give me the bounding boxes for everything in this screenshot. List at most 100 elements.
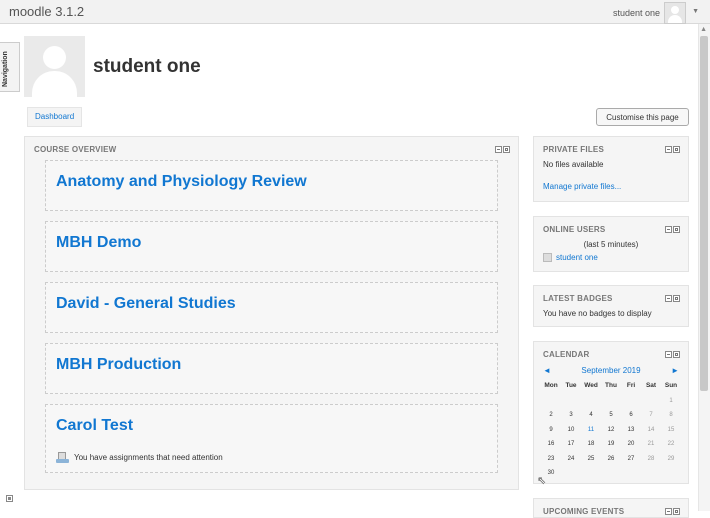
calendar-weekday-header: Mon: [544, 382, 558, 389]
calendar-empty-cell: [561, 394, 581, 409]
block-title-upcoming-events: UPCOMING EVENTS: [543, 507, 625, 516]
hide-block-icon[interactable]: [495, 146, 502, 153]
calendar-empty-cell: [601, 394, 621, 409]
navigation-dock-tab[interactable]: Navigation: [0, 42, 20, 92]
user-menu-caret-icon[interactable]: ▼: [692, 8, 699, 15]
calendar-prev-icon[interactable]: ◄: [543, 366, 551, 375]
calendar-next-icon[interactable]: ►: [671, 366, 679, 375]
calendar-day[interactable]: 3: [561, 408, 581, 423]
user-avatar-small: [543, 253, 552, 262]
course-item: MBH Demo: [45, 221, 498, 272]
calendar-day[interactable]: 9: [541, 423, 561, 438]
customise-page-button[interactable]: Customise this page: [596, 108, 689, 126]
calendar-block: CALENDAR September 2019 ◄ ► Mon Tue Wed Thu…: [533, 341, 689, 484]
dock-toggle-icon[interactable]: [6, 495, 13, 502]
calendar-day[interactable]: 7: [641, 408, 661, 423]
block-controls: [665, 508, 680, 515]
calendar-weekday-header: Fri: [626, 382, 636, 389]
hide-block-icon[interactable]: [665, 146, 672, 153]
block-controls: [665, 226, 680, 233]
dock-block-icon[interactable]: [673, 351, 680, 358]
calendar-grid: Mon Tue Wed Thu Fri Sat Sun 1 2 3 4 5 6 7 8 9 10 11 12 13 14…: [541, 379, 681, 481]
calendar-day[interactable]: 15: [661, 423, 681, 438]
block-controls: [665, 295, 680, 302]
top-navbar: moodle 3.1.2 student one ▼: [0, 0, 710, 24]
profile-picture: [24, 36, 85, 97]
user-avatar[interactable]: [664, 2, 686, 24]
user-menu-name[interactable]: student one: [613, 8, 660, 18]
calendar-day[interactable]: 4: [581, 408, 601, 423]
calendar-day[interactable]: 5: [601, 408, 621, 423]
no-badges-text: You have no badges to display: [543, 309, 652, 318]
calendar-day[interactable]: 6: [621, 408, 641, 423]
calendar-empty-cell: [641, 466, 661, 481]
dock-block-icon[interactable]: [673, 508, 680, 515]
calendar-day[interactable]: 23: [541, 452, 561, 467]
block-controls: [665, 146, 680, 153]
calendar-day[interactable]: 19: [601, 437, 621, 452]
calendar-empty-cell: [601, 466, 621, 481]
calendar-day[interactable]: 27: [621, 452, 641, 467]
block-controls: [665, 351, 680, 358]
calendar-empty-cell: [621, 394, 641, 409]
assignment-notice-text: You have assignments that need attention: [74, 453, 223, 462]
calendar-empty-cell: [621, 466, 641, 481]
hide-block-icon[interactable]: [665, 508, 672, 515]
calendar-day[interactable]: 16: [541, 437, 561, 452]
dock-block-icon[interactable]: [503, 146, 510, 153]
calendar-day[interactable]: 11: [581, 423, 601, 438]
manage-private-files-link[interactable]: Manage private files...: [543, 182, 621, 191]
scrollbar-thumb[interactable]: [700, 36, 708, 391]
user-menu[interactable]: student one: [613, 2, 686, 24]
calendar-day[interactable]: 10: [561, 423, 581, 438]
course-overview-block: COURSE OVERVIEW Anatomy and Physiology R…: [24, 136, 519, 490]
calendar-weekday-header: Thu: [605, 382, 617, 389]
course-link[interactable]: David - General Studies: [56, 295, 236, 313]
breadcrumb-dashboard[interactable]: Dashboard: [27, 107, 83, 127]
dock-block-icon[interactable]: [673, 295, 680, 302]
calendar-day[interactable]: 26: [601, 452, 621, 467]
course-item: Carol Test You have assignments that nee…: [45, 404, 498, 473]
dock-block-icon[interactable]: [673, 146, 680, 153]
course-item: Anatomy and Physiology Review: [45, 160, 498, 211]
calendar-day[interactable]: 25: [581, 452, 601, 467]
calendar-day[interactable]: 12: [601, 423, 621, 438]
calendar-day[interactable]: 18: [581, 437, 601, 452]
hide-block-icon[interactable]: [665, 295, 672, 302]
course-item: David - General Studies: [45, 282, 498, 333]
hide-block-icon[interactable]: [665, 351, 672, 358]
calendar-day[interactable]: 21: [641, 437, 661, 452]
online-user-link[interactable]: student one: [556, 253, 598, 262]
course-link[interactable]: MBH Production: [56, 356, 181, 374]
assignment-icon[interactable]: [56, 451, 69, 464]
scroll-up-arrow-icon[interactable]: ▲: [700, 26, 707, 33]
calendar-day[interactable]: 17: [561, 437, 581, 452]
calendar-weekday-header: Sat: [645, 382, 657, 389]
calendar-day[interactable]: 20: [621, 437, 641, 452]
assignment-notice: You have assignments that need attention: [56, 451, 223, 464]
calendar-day[interactable]: 13: [621, 423, 641, 438]
course-link[interactable]: Carol Test: [56, 417, 133, 435]
calendar-empty-cell: [661, 466, 681, 481]
block-title-online-users: ONLINE USERS: [543, 225, 606, 234]
upcoming-events-block: UPCOMING EVENTS: [533, 498, 689, 518]
course-link[interactable]: MBH Demo: [56, 234, 141, 252]
dock-block-icon[interactable]: [673, 226, 680, 233]
calendar-day[interactable]: 22: [661, 437, 681, 452]
calendar-day[interactable]: 1: [661, 394, 681, 409]
hide-block-icon[interactable]: [665, 226, 672, 233]
calendar-day[interactable]: 29: [661, 452, 681, 467]
calendar-day[interactable]: 14: [641, 423, 661, 438]
block-controls: [495, 146, 510, 153]
site-brand[interactable]: moodle 3.1.2: [9, 4, 84, 19]
calendar-day[interactable]: 28: [641, 452, 661, 467]
course-link[interactable]: Anatomy and Physiology Review: [56, 173, 307, 191]
calendar-weekday-header: Sun: [664, 382, 678, 389]
calendar-day[interactable]: 24: [561, 452, 581, 467]
block-title-course-overview: COURSE OVERVIEW: [34, 145, 117, 154]
calendar-day[interactable]: 8: [661, 408, 681, 423]
calendar-day[interactable]: 2: [541, 408, 561, 423]
calendar-month-link[interactable]: September 2019: [534, 366, 688, 375]
private-files-block: PRIVATE FILES No files available Manage …: [533, 136, 689, 202]
calendar-weekday-header: Tue: [565, 382, 577, 389]
